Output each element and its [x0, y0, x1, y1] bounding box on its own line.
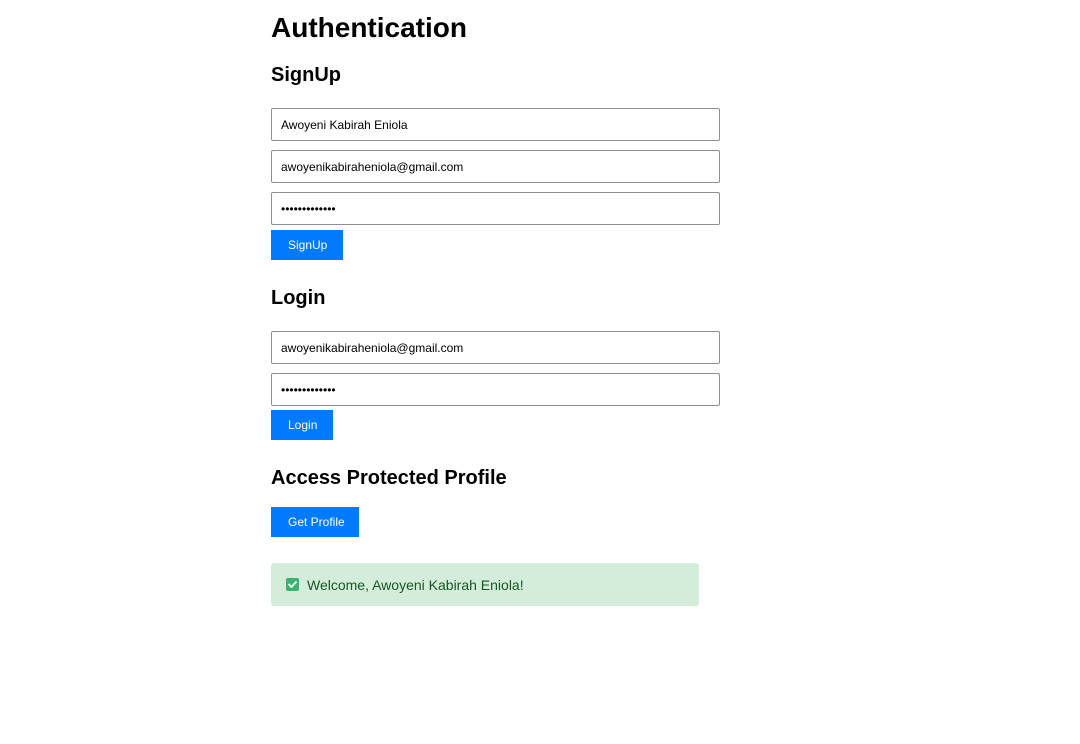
signup-heading: SignUp — [271, 64, 341, 86]
get-profile-button[interactable]: Get Profile — [271, 507, 359, 537]
welcome-message: Welcome, Awoyeni Kabirah Eniola! — [307, 576, 524, 593]
check-mark-icon — [286, 578, 299, 591]
profile-heading: Access Protected Profile — [271, 467, 507, 489]
login-button[interactable]: Login — [271, 410, 333, 440]
login-password-input[interactable] — [271, 373, 720, 406]
signup-button[interactable]: SignUp — [271, 230, 343, 260]
signup-name-input[interactable] — [271, 108, 720, 141]
page-title: Authentication — [271, 12, 467, 43]
signup-password-input[interactable] — [271, 192, 720, 225]
login-email-input[interactable] — [271, 331, 720, 364]
welcome-alert: Welcome, Awoyeni Kabirah Eniola! — [271, 563, 699, 606]
login-heading: Login — [271, 287, 326, 309]
signup-email-input[interactable] — [271, 150, 720, 183]
